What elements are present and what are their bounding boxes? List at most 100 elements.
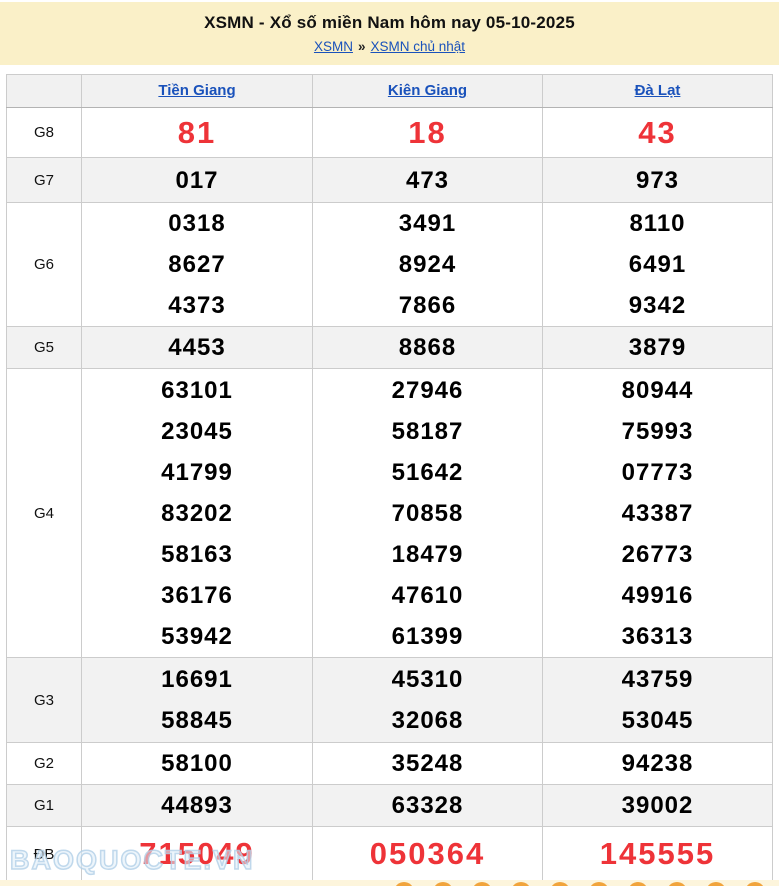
lottery-number: 715049 bbox=[82, 830, 312, 878]
page-header: XSMN - Xổ số miền Nam hôm nay 05-10-2025… bbox=[0, 2, 779, 65]
lottery-number: 83202 bbox=[82, 493, 312, 534]
ball-icon bbox=[511, 882, 531, 886]
lottery-number: 8110 bbox=[543, 203, 772, 244]
prize-row-G1: G1448936332839002 bbox=[7, 785, 773, 827]
lottery-number: 18 bbox=[313, 109, 542, 157]
lottery-number: 58100 bbox=[82, 743, 312, 784]
prize-row-G4: G463101230454179983202581633617653942279… bbox=[7, 369, 773, 658]
prize-label: G6 bbox=[7, 203, 82, 327]
prize-label: ĐB bbox=[7, 827, 82, 882]
lottery-number: 26773 bbox=[543, 534, 772, 575]
prize-row-G2: G2581003524894238 bbox=[7, 743, 773, 785]
lottery-number: 36176 bbox=[82, 575, 312, 616]
lottery-number: 47610 bbox=[313, 575, 542, 616]
page-title: XSMN - Xổ số miền Nam hôm nay 05-10-2025 bbox=[0, 2, 779, 33]
lottery-number: 53942 bbox=[82, 616, 312, 657]
prize-cell: 35248 bbox=[313, 743, 543, 785]
lottery-number: 0318 bbox=[82, 203, 312, 244]
lottery-number: 63101 bbox=[82, 370, 312, 411]
prize-cell: 349189247866 bbox=[313, 203, 543, 327]
breadcrumb: XSMN » XSMN chủ nhật bbox=[0, 39, 779, 54]
province-header-da-lat: Đà Lạt bbox=[543, 75, 773, 108]
corner-cell bbox=[7, 75, 82, 108]
lottery-number: 41799 bbox=[82, 452, 312, 493]
lottery-number: 8627 bbox=[82, 244, 312, 285]
lottery-number: 017 bbox=[82, 160, 312, 201]
prize-cell: 8868 bbox=[313, 327, 543, 369]
prize-cell: 43 bbox=[543, 108, 773, 158]
prize-cell: 050364 bbox=[313, 827, 543, 882]
lottery-number: 43 bbox=[543, 109, 772, 157]
prize-cell: 031886274373 bbox=[82, 203, 313, 327]
lottery-number: 58187 bbox=[313, 411, 542, 452]
prize-cell: 1669158845 bbox=[82, 658, 313, 743]
lottery-number: 16691 bbox=[82, 659, 312, 700]
lottery-number: 145555 bbox=[543, 830, 772, 878]
ball-icon bbox=[745, 882, 765, 886]
prize-label: G5 bbox=[7, 327, 82, 369]
province-link-tien-giang[interactable]: Tiền Giang bbox=[158, 82, 235, 99]
prize-cell: 4453 bbox=[82, 327, 313, 369]
lottery-number: 61399 bbox=[313, 616, 542, 657]
prize-cell: 811064919342 bbox=[543, 203, 773, 327]
ball-icon bbox=[472, 882, 492, 886]
prize-cell: 44893 bbox=[82, 785, 313, 827]
bottom-strip-next-section bbox=[0, 880, 779, 886]
lottery-number: 36313 bbox=[543, 616, 772, 657]
lottery-number: 70858 bbox=[313, 493, 542, 534]
province-header-row: Tiền Giang Kiên Giang Đà Lạt bbox=[7, 75, 773, 108]
lottery-number: 3491 bbox=[313, 203, 542, 244]
province-link-da-lat[interactable]: Đà Lạt bbox=[635, 82, 681, 99]
province-header-tien-giang: Tiền Giang bbox=[82, 75, 313, 108]
ball-icon bbox=[628, 882, 648, 886]
ball-icon bbox=[394, 882, 414, 886]
lottery-number: 81 bbox=[82, 109, 312, 157]
prize-row-G5: G5445388683879 bbox=[7, 327, 773, 369]
lottery-number: 75993 bbox=[543, 411, 772, 452]
prize-label: G3 bbox=[7, 658, 82, 743]
province-link-kien-giang[interactable]: Kiên Giang bbox=[388, 82, 467, 99]
lottery-number: 7866 bbox=[313, 285, 542, 326]
lottery-number: 80944 bbox=[543, 370, 772, 411]
lottery-number: 39002 bbox=[543, 785, 772, 826]
prize-cell: 4375953045 bbox=[543, 658, 773, 743]
prize-cell: 94238 bbox=[543, 743, 773, 785]
prize-label: G4 bbox=[7, 369, 82, 658]
lottery-number: 35248 bbox=[313, 743, 542, 784]
lottery-results-table: Tiền Giang Kiên Giang Đà Lạt G8811843G70… bbox=[6, 74, 773, 882]
lottery-number: 49916 bbox=[543, 575, 772, 616]
prize-row-G7: G7017473973 bbox=[7, 158, 773, 203]
prize-cell: 63328 bbox=[313, 785, 543, 827]
ball-icon bbox=[433, 882, 453, 886]
lottery-number: 18479 bbox=[313, 534, 542, 575]
lottery-number: 94238 bbox=[543, 743, 772, 784]
ball-icon bbox=[667, 882, 687, 886]
ball-icon bbox=[589, 882, 609, 886]
prize-cell: 715049 bbox=[82, 827, 313, 882]
prize-cell: 81 bbox=[82, 108, 313, 158]
lottery-number: 45310 bbox=[313, 659, 542, 700]
lottery-number: 07773 bbox=[543, 452, 772, 493]
prize-row-G8: G8811843 bbox=[7, 108, 773, 158]
prize-cell: 3879 bbox=[543, 327, 773, 369]
prize-cell: 80944759930777343387267734991636313 bbox=[543, 369, 773, 658]
prize-cell: 58100 bbox=[82, 743, 313, 785]
prize-label: G2 bbox=[7, 743, 82, 785]
lottery-number: 6491 bbox=[543, 244, 772, 285]
prize-label: G7 bbox=[7, 158, 82, 203]
ball-icon bbox=[706, 882, 726, 886]
lottery-number: 050364 bbox=[313, 830, 542, 878]
prize-row-G6: G6031886274373349189247866811064919342 bbox=[7, 203, 773, 327]
lottery-number: 43387 bbox=[543, 493, 772, 534]
prize-cell: 4531032068 bbox=[313, 658, 543, 743]
lottery-number: 973 bbox=[543, 160, 772, 201]
prize-row-ĐB: ĐB715049050364145555 bbox=[7, 827, 773, 882]
lottery-number: 58845 bbox=[82, 700, 312, 741]
lottery-number: 4373 bbox=[82, 285, 312, 326]
prize-cell: 017 bbox=[82, 158, 313, 203]
ball-icon bbox=[550, 882, 570, 886]
breadcrumb-link-xsmn[interactable]: XSMN bbox=[314, 39, 353, 54]
lottery-number: 23045 bbox=[82, 411, 312, 452]
breadcrumb-link-xsmn-chu-nhat[interactable]: XSMN chủ nhật bbox=[370, 39, 465, 54]
breadcrumb-separator: » bbox=[358, 39, 366, 54]
